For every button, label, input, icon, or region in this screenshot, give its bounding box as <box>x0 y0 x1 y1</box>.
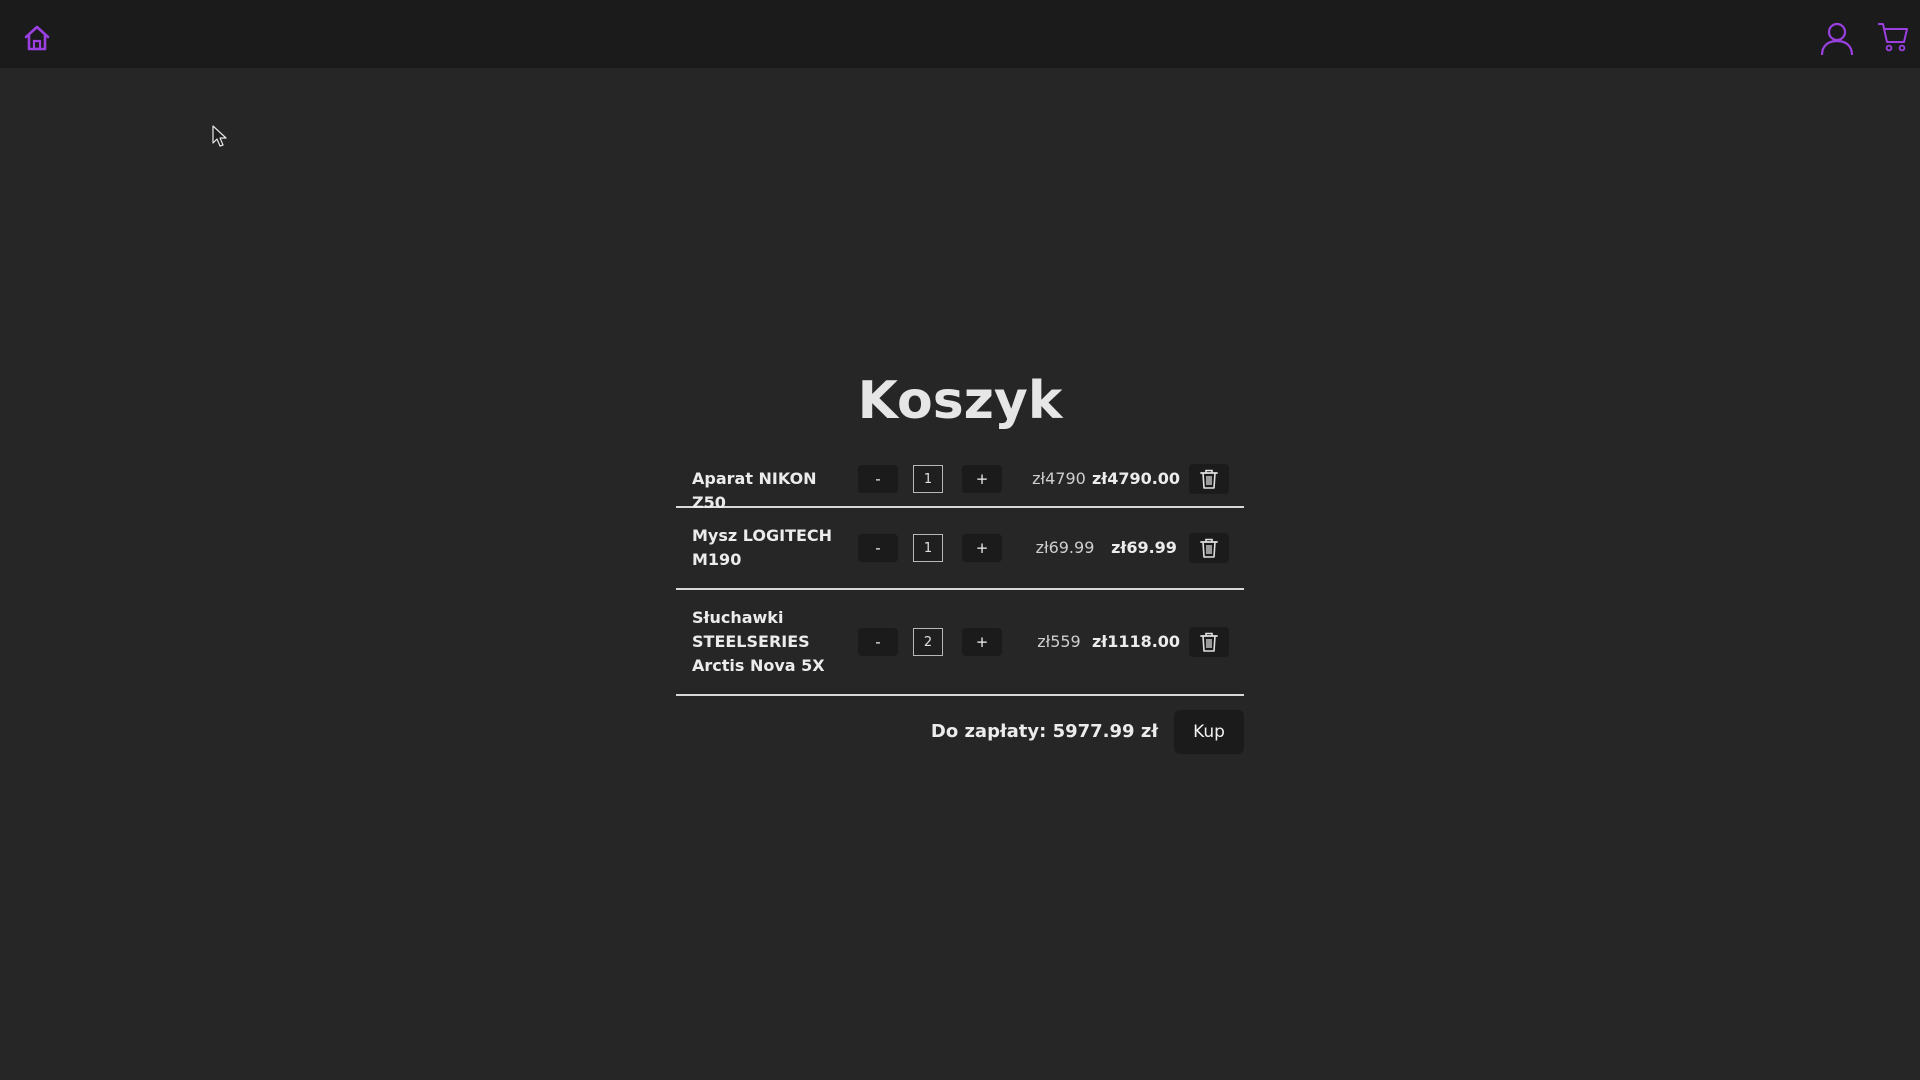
trash-icon <box>1200 632 1218 652</box>
remove-item-button[interactable] <box>1189 464 1229 494</box>
remove-item-button[interactable] <box>1189 533 1229 563</box>
line-total: zł69.99 <box>1111 538 1177 557</box>
mouse-cursor-icon <box>212 125 228 147</box>
decrease-quantity-button[interactable]: - <box>858 628 898 656</box>
trash-icon <box>1200 538 1218 558</box>
cart-icon[interactable] <box>1876 20 1910 54</box>
remove-item-button[interactable] <box>1189 627 1229 657</box>
decrease-quantity-button[interactable]: - <box>858 465 898 493</box>
user-icon[interactable] <box>1818 19 1856 57</box>
cart-row: Słuchawki STEELSERIES Arctis Nova 5X - +… <box>676 590 1244 696</box>
cart-row: Mysz LOGITECH M190 - + zł69.99 zł69.99 <box>676 508 1244 590</box>
product-name: Słuchawki STEELSERIES Arctis Nova 5X <box>692 608 825 675</box>
line-total: zł1118.00 <box>1091 632 1181 651</box>
cart-summary: Do zapłaty: 5977.99 zł Kup <box>676 710 1244 754</box>
buy-button[interactable]: Kup <box>1174 710 1244 754</box>
increase-quantity-button[interactable]: + <box>962 628 1002 656</box>
page-title: Koszyk <box>857 371 1063 431</box>
home-icon[interactable] <box>22 23 52 53</box>
top-navigation-bar <box>0 0 1920 68</box>
decrease-quantity-button[interactable]: - <box>858 534 898 562</box>
quantity-input[interactable] <box>913 465 943 493</box>
cart-row: Aparat NIKON Z50 - + zł4790 zł4790.00 <box>676 452 1244 512</box>
unit-price: zł69.99 <box>1035 538 1095 557</box>
increase-quantity-button[interactable]: + <box>962 465 1002 493</box>
trash-icon <box>1200 469 1218 489</box>
product-name: Mysz LOGITECH M190 <box>692 526 833 569</box>
increase-quantity-button[interactable]: + <box>962 534 1002 562</box>
total-to-pay: Do zapłaty: 5977.99 zł <box>930 721 1158 742</box>
unit-price: zł559 <box>1037 632 1081 651</box>
unit-price: zł4790 <box>1032 469 1086 488</box>
quantity-input[interactable] <box>913 534 943 562</box>
cart-table: Aparat NIKON Z50 - + zł4790 zł4790.00 My… <box>676 452 1244 696</box>
line-total: zł4790.00 <box>1091 469 1181 488</box>
quantity-input[interactable] <box>913 628 943 656</box>
